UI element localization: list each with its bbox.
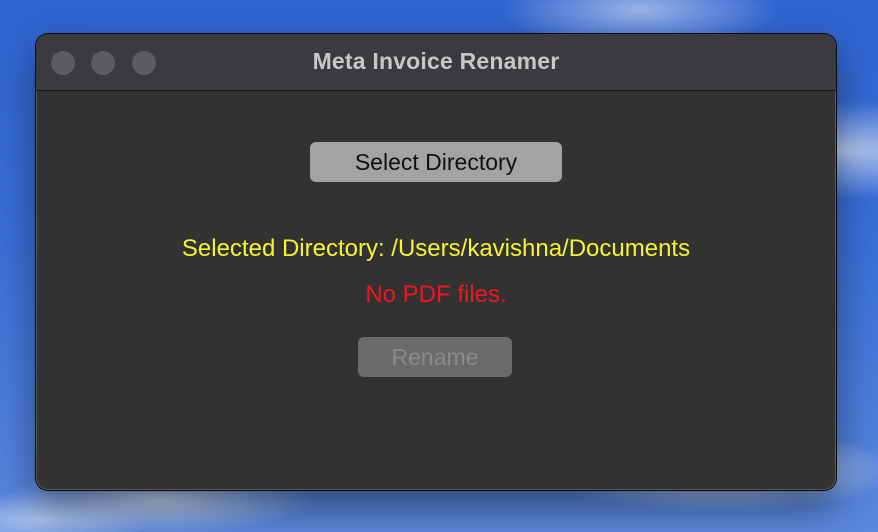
select-directory-button[interactable]: Select Directory xyxy=(310,142,562,182)
title-bar[interactable]: Meta Invoice Renamer xyxy=(36,34,836,91)
status-message: No PDF files. xyxy=(365,281,507,308)
window-title: Meta Invoice Renamer xyxy=(312,48,560,74)
app-window: Meta Invoice Renamer Select Directory Se… xyxy=(36,34,836,490)
rename-button[interactable]: Rename xyxy=(358,337,512,377)
main-content: Select Directory Selected Directory: /Us… xyxy=(36,91,836,490)
selected-directory-label: Selected Directory: /Users/kavishna/Docu… xyxy=(181,235,691,262)
